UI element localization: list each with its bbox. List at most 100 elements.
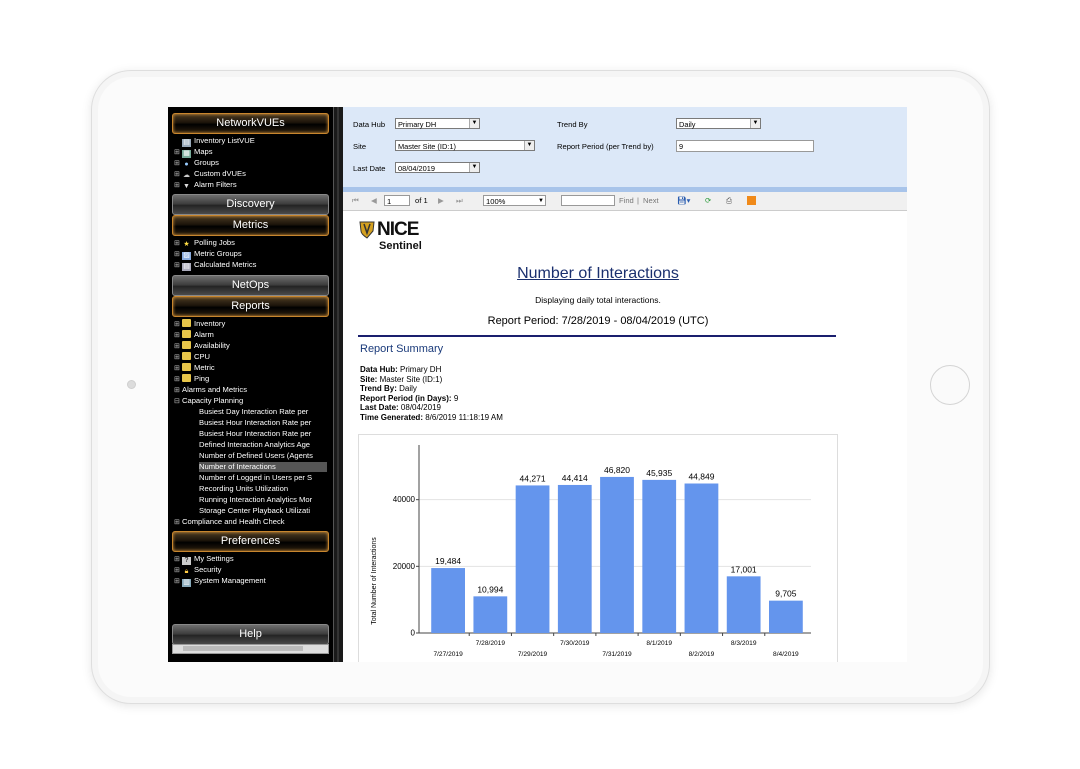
sidebar-report-running-ia[interactable]: Running Interaction Analytics Mor — [199, 495, 327, 505]
title-divider — [358, 335, 836, 337]
report-title: Number of Interactions — [517, 265, 679, 282]
section-netops[interactable]: NetOps — [172, 275, 329, 296]
feed-icon[interactable] — [747, 196, 756, 205]
sidebar-item-inventory-listvue[interactable]: ▤ Inventory ListVUE — [174, 136, 255, 147]
last-date-select[interactable]: 08/04/2019 ▼ — [395, 162, 480, 173]
find-link[interactable]: Find — [619, 195, 634, 206]
sidebar-item-metric[interactable]: ⊞ Metric — [174, 363, 215, 373]
sidebar-item-groups[interactable]: ⊞ ● Groups — [174, 158, 219, 168]
data-label: 44,849 — [688, 472, 714, 482]
first-page-icon[interactable]: ⏮ — [352, 195, 359, 206]
sidebar-report-defined-users[interactable]: Number of Defined Users (Agents — [199, 451, 327, 461]
sidebar-report-defined-ia-age[interactable]: Defined Interaction Analytics Age — [199, 440, 327, 450]
sidebar-item-alarms-and-metrics[interactable]: ⊞ Alarms and Metrics — [174, 385, 247, 395]
x-tick-label: 7/31/2019 — [602, 651, 632, 658]
find-input[interactable] — [561, 195, 615, 206]
metric-groups-icon: ▨ — [182, 252, 191, 260]
last-page-icon[interactable]: ⏭ — [456, 195, 463, 206]
refresh-icon[interactable]: ⟳ — [705, 195, 711, 206]
x-tick-label: 7/29/2019 — [518, 651, 548, 658]
bar — [600, 476, 634, 633]
sidebar-item-ping[interactable]: ⊞ Ping — [174, 374, 209, 384]
nice-shield-icon — [359, 221, 375, 239]
report-summary-heading: Report Summary — [360, 343, 444, 355]
sidebar-report-busiest-day[interactable]: Busiest Day Interaction Rate per — [199, 407, 327, 417]
sidebar-item-availability[interactable]: ⊞ Availability — [174, 341, 230, 351]
chevron-down-icon: ▼ — [538, 198, 544, 204]
tablet-camera — [127, 380, 136, 389]
find-next-link[interactable]: Next — [643, 195, 659, 206]
sidebar-item-my-settings[interactable]: ⊞? My Settings — [174, 554, 234, 565]
section-help[interactable]: Help — [172, 624, 329, 645]
section-networkvues[interactable]: NetworkVUEs — [172, 113, 329, 134]
print-icon[interactable]: ⎙ — [726, 195, 732, 206]
page-number-input[interactable]: 1 — [384, 195, 410, 206]
trend-by-select[interactable]: Daily ▼ — [676, 118, 761, 129]
folder-icon — [182, 330, 191, 338]
sidebar-report-recording-units[interactable]: Recording Units Utilization — [199, 484, 327, 494]
next-page-icon[interactable]: ▶ — [438, 195, 444, 206]
sidebar-report-logged-in-users[interactable]: Number of Logged in Users per S — [199, 473, 327, 483]
folder-icon — [182, 363, 191, 371]
summary-row: Site: Master Site (ID:1) — [360, 374, 443, 384]
sidebar-item-custom-dvues[interactable]: ⊞ ☁ Custom dVUEs — [174, 169, 246, 179]
sidebar-report-number-of-interactions[interactable]: Number of Interactions — [199, 462, 327, 472]
sidebar-item-security[interactable]: ⊞ 🔒︎ Security — [174, 565, 221, 575]
section-reports[interactable]: Reports — [172, 296, 329, 317]
bar — [769, 600, 803, 633]
data-hub-label: Data Hub — [353, 120, 386, 129]
data-hub-select[interactable]: Primary DH ▼ — [395, 118, 480, 129]
zoom-select[interactable]: 100% ▼ — [483, 195, 546, 206]
bar — [431, 568, 465, 633]
y-tick-label: 20000 — [393, 562, 416, 571]
chart-container: Total Number of Interactions 0 20000 40000… — [358, 434, 838, 662]
report-period-input[interactable]: 9 — [676, 140, 814, 152]
calculated-metrics-icon: ▤ — [182, 263, 191, 271]
sidebar-report-busiest-hour-2[interactable]: Busiest Hour Interaction Rate per — [199, 429, 327, 439]
section-metrics[interactable]: Metrics — [172, 215, 329, 236]
sidebar-report-storage-center[interactable]: Storage Center Playback Utilizati — [199, 506, 327, 516]
data-label: 9,705 — [775, 589, 797, 599]
find-separator: | — [637, 196, 639, 205]
groups-icon: ● — [184, 161, 189, 168]
section-preferences[interactable]: Preferences — [172, 531, 329, 552]
sidebar-item-inventory[interactable]: ⊞ Inventory — [174, 319, 225, 329]
sidebar-report-busiest-hour-1[interactable]: Busiest Hour Interaction Rate per — [199, 418, 327, 428]
star-icon: ★ — [183, 241, 190, 248]
sidebar-item-alarm-filters[interactable]: ⊞ ▼ Alarm Filters — [174, 180, 237, 190]
sidebar-item-metric-groups[interactable]: ⊞ ▨ Metric Groups — [174, 249, 242, 260]
bar — [557, 484, 592, 633]
trend-by-label: Trend By — [557, 120, 588, 129]
sidebar-item-capacity-planning[interactable]: ⊟ Capacity Planning — [174, 396, 243, 406]
tablet-home-button[interactable] — [930, 365, 970, 405]
x-tick-label: 8/3/2019 — [731, 640, 757, 647]
x-tick-label: 8/4/2019 — [773, 651, 799, 658]
logo-nice-text: NICE — [377, 219, 419, 240]
y-tick-label: 40000 — [393, 495, 416, 504]
section-discovery[interactable]: Discovery — [172, 194, 329, 215]
prev-page-icon[interactable]: ◀ — [371, 195, 377, 206]
bar — [642, 479, 677, 633]
last-date-label: Last Date — [353, 164, 386, 173]
chevron-down-icon: ▼ — [524, 141, 534, 150]
sidebar-item-cpu[interactable]: ⊞ CPU — [174, 352, 210, 362]
site-select[interactable]: Master Site (ID:1) ▼ — [395, 140, 535, 151]
sidebar-item-alarm[interactable]: ⊞ Alarm — [174, 330, 214, 340]
export-icon[interactable]: 💾︎▾ — [677, 195, 690, 206]
bar — [684, 483, 719, 633]
sidebar-item-system-management[interactable]: ⊞ ▥ System Management — [174, 576, 266, 587]
sidebar-item-calculated-metrics[interactable]: ⊞ ▤ Calculated Metrics — [174, 260, 256, 271]
chevron-down-icon: ▼ — [750, 119, 760, 128]
data-label: 19,484 — [435, 556, 461, 566]
bar — [515, 485, 550, 633]
sidebar-item-compliance[interactable]: ⊞ Compliance and Health Check — [174, 517, 285, 527]
sidebar-horizontal-scrollbar[interactable] — [172, 644, 329, 654]
y-tick-label: 0 — [411, 629, 416, 638]
sidebar-item-polling-jobs[interactable]: ⊞ ★ Polling Jobs — [174, 238, 235, 248]
data-label: 10,994 — [477, 584, 503, 594]
data-label: 46,820 — [604, 465, 630, 475]
sidebar-item-maps[interactable]: ⊞ ▦ Maps — [174, 147, 213, 158]
x-tick-label: 7/30/2019 — [560, 640, 590, 647]
chevron-down-icon: ▼ — [469, 163, 479, 172]
interactions-bar-chart: Total Number of Interactions 0 20000 40000… — [371, 445, 811, 658]
